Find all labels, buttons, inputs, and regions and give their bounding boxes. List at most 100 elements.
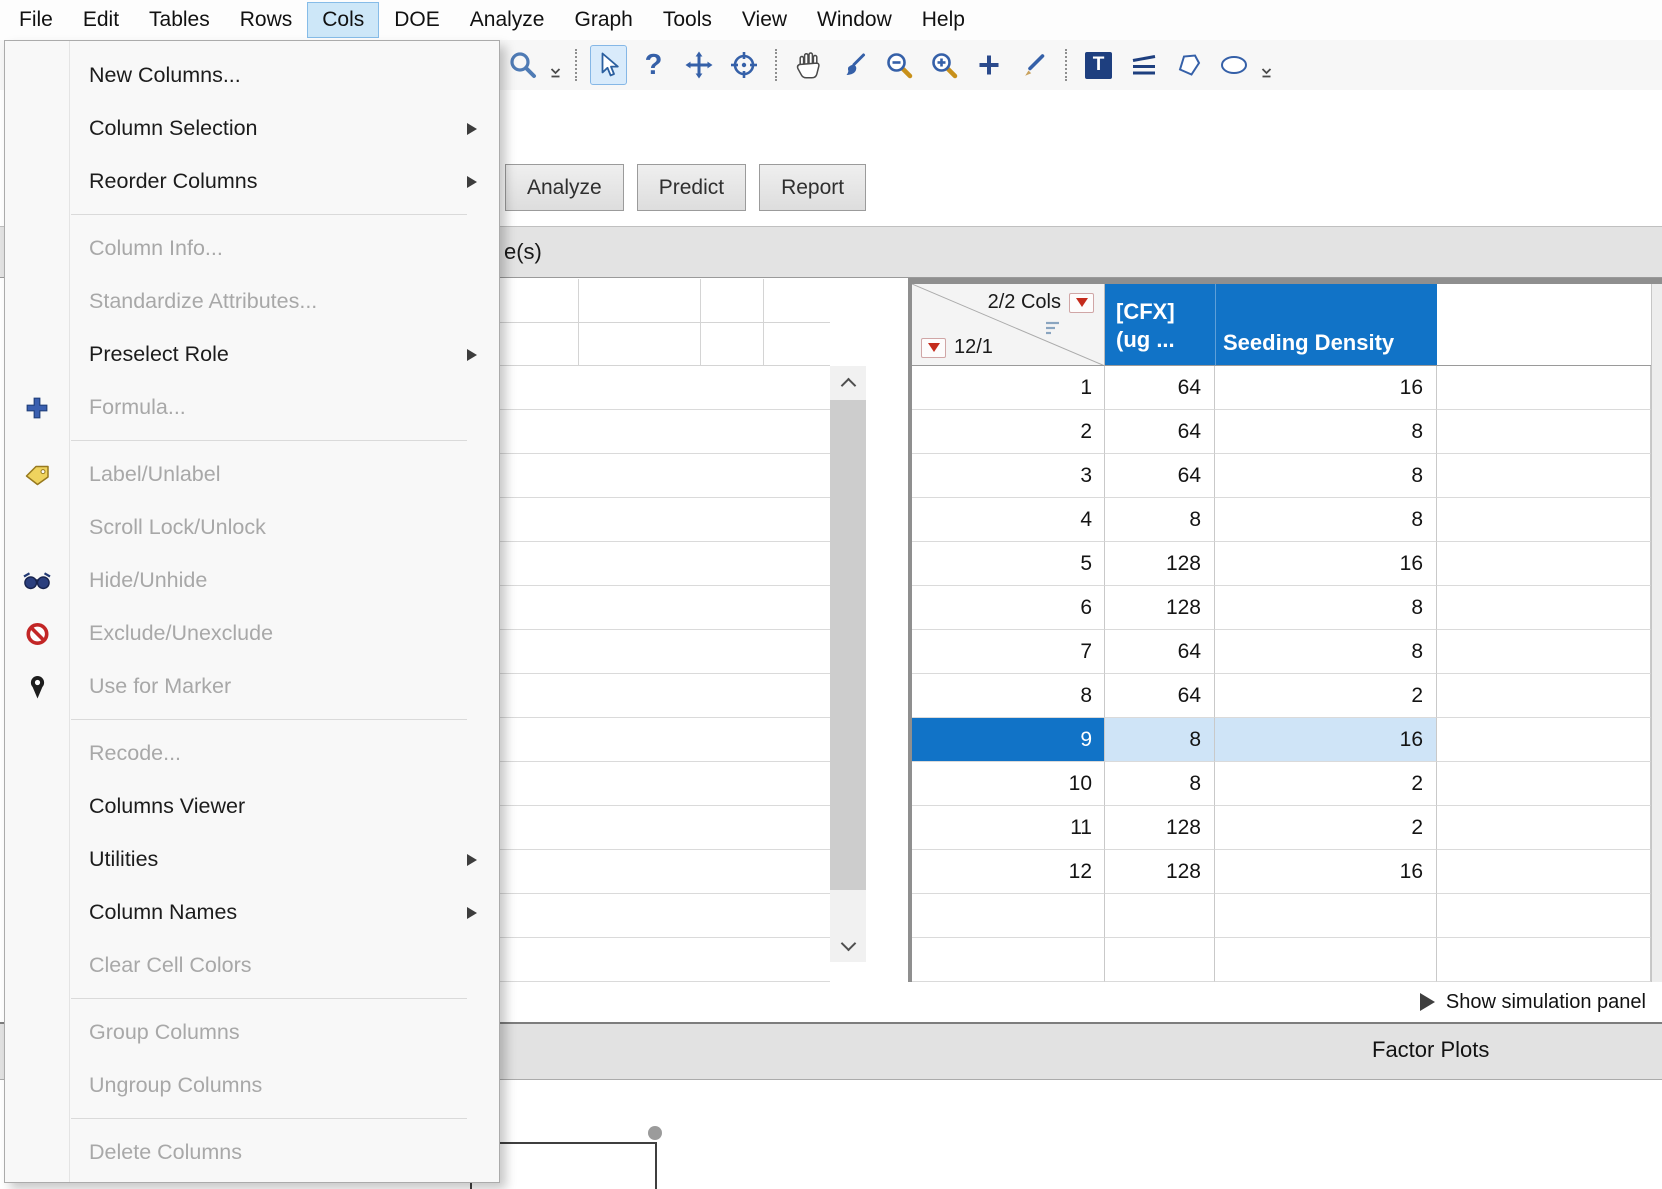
cfx-cell[interactable]: 64 bbox=[1105, 454, 1215, 498]
table-row-8[interactable]: 8 64 2 bbox=[912, 674, 1651, 718]
column-header-cfx[interactable]: [CFX] (ug ... bbox=[1105, 284, 1215, 366]
empty-cell[interactable] bbox=[1437, 366, 1651, 410]
tab-predict[interactable]: Predict bbox=[636, 164, 747, 211]
seeding-density-cell[interactable]: 2 bbox=[1215, 762, 1437, 806]
table-row-6[interactable]: 6 128 8 bbox=[912, 586, 1651, 630]
row-number-cell[interactable]: 2 bbox=[912, 410, 1105, 454]
cfx-cell[interactable]: 64 bbox=[1105, 630, 1215, 674]
row-number-cell[interactable]: 6 bbox=[912, 586, 1105, 630]
seeding-density-cell[interactable]: 16 bbox=[1215, 718, 1437, 762]
menu-item-preselect-role[interactable]: Preselect Role bbox=[5, 328, 499, 381]
vertical-scrollbar[interactable] bbox=[830, 366, 866, 962]
column-header-seeding-density[interactable]: Seeding Density bbox=[1215, 284, 1437, 366]
toolbar-overflow-icon[interactable] bbox=[549, 64, 562, 84]
table-row-2[interactable]: 2 64 8 bbox=[912, 410, 1651, 454]
menu-item-new-columns[interactable]: New Columns... bbox=[5, 49, 499, 102]
brush-tool-icon[interactable] bbox=[835, 45, 872, 85]
row-number-cell[interactable] bbox=[912, 938, 1105, 982]
cfx-cell[interactable]: 64 bbox=[1105, 410, 1215, 454]
seeding-density-cell[interactable]: 8 bbox=[1215, 410, 1437, 454]
row-number-cell[interactable] bbox=[912, 894, 1105, 938]
annotate-oval-tool-icon[interactable] bbox=[1215, 45, 1252, 85]
seeding-density-cell[interactable]: 2 bbox=[1215, 674, 1437, 718]
empty-cell[interactable] bbox=[1437, 850, 1651, 894]
help-tool-icon[interactable]: ? bbox=[635, 45, 672, 85]
row-number-cell[interactable]: 11 bbox=[912, 806, 1105, 850]
empty-cell[interactable] bbox=[1437, 894, 1651, 938]
table-row-7[interactable]: 7 64 8 bbox=[912, 630, 1651, 674]
row-number-cell[interactable]: 3 bbox=[912, 454, 1105, 498]
seeding-density-cell[interactable]: 16 bbox=[1215, 850, 1437, 894]
annotate-polygon-tool-icon[interactable] bbox=[1170, 45, 1207, 85]
row-number-cell[interactable]: 9 bbox=[912, 718, 1105, 762]
grabber-hand-tool-icon[interactable] bbox=[790, 45, 827, 85]
cfx-cell[interactable] bbox=[1105, 894, 1215, 938]
scroll-up-button[interactable] bbox=[830, 366, 866, 400]
empty-cell[interactable] bbox=[1437, 410, 1651, 454]
menu-item-utilities[interactable]: Utilities bbox=[5, 833, 499, 886]
menubar-item-file[interactable]: File bbox=[4, 2, 68, 38]
seeding-density-cell[interactable] bbox=[1215, 894, 1437, 938]
empty-cell[interactable] bbox=[1437, 806, 1651, 850]
table-row-empty[interactable] bbox=[912, 938, 1651, 982]
menubar-item-rows[interactable]: Rows bbox=[225, 2, 308, 38]
empty-cell[interactable] bbox=[1437, 674, 1651, 718]
menubar-item-cols[interactable]: Cols bbox=[307, 2, 380, 38]
add-tool-icon[interactable] bbox=[970, 45, 1007, 85]
seeding-density-cell[interactable]: 8 bbox=[1215, 454, 1437, 498]
menubar-item-edit[interactable]: Edit bbox=[68, 2, 134, 38]
scrollbar-thumb[interactable] bbox=[830, 400, 866, 890]
menubar-item-tables[interactable]: Tables bbox=[134, 2, 225, 38]
menubar-item-window[interactable]: Window bbox=[802, 2, 907, 38]
empty-cell[interactable] bbox=[1437, 542, 1651, 586]
zoom-out-tool-icon[interactable] bbox=[880, 45, 917, 85]
cfx-cell[interactable]: 64 bbox=[1105, 366, 1215, 410]
table-row-4[interactable]: 488 bbox=[912, 498, 1651, 542]
table-row-12[interactable]: 12 128 16 bbox=[912, 850, 1651, 894]
tab-report[interactable]: Report bbox=[759, 164, 867, 211]
seeding-density-cell[interactable]: 8 bbox=[1215, 630, 1437, 674]
seeding-density-cell[interactable]: 8 bbox=[1215, 586, 1437, 630]
cfx-cell[interactable]: 128 bbox=[1105, 850, 1215, 894]
seeding-density-cell[interactable]: 16 bbox=[1215, 366, 1437, 410]
cfx-cell[interactable]: 128 bbox=[1105, 542, 1215, 586]
right-edge-scroll-strip[interactable] bbox=[1651, 284, 1662, 982]
empty-cell[interactable] bbox=[1437, 498, 1651, 542]
crosshair-tool-icon[interactable] bbox=[725, 45, 762, 85]
tab-analyze[interactable]: Analyze bbox=[505, 164, 624, 211]
columns-red-triangle-menu[interactable] bbox=[1069, 292, 1094, 313]
empty-cell[interactable] bbox=[1437, 454, 1651, 498]
empty-cell[interactable] bbox=[1437, 938, 1651, 982]
menu-item-column-selection[interactable]: Column Selection bbox=[5, 102, 499, 155]
arrow-cursor-tool-icon[interactable] bbox=[590, 45, 627, 85]
table-row-3[interactable]: 3 64 8 bbox=[912, 454, 1651, 498]
row-number-cell[interactable]: 1 bbox=[912, 366, 1105, 410]
annotate-lines-tool-icon[interactable] bbox=[1125, 45, 1162, 85]
row-number-cell[interactable]: 4 bbox=[912, 498, 1105, 542]
table-row-1[interactable]: 1 64 16 bbox=[912, 366, 1651, 410]
menu-item-reorder-columns[interactable]: Reorder Columns bbox=[5, 155, 499, 208]
table-row-5[interactable]: 5 128 16 bbox=[912, 542, 1651, 586]
seeding-density-cell[interactable]: 2 bbox=[1215, 806, 1437, 850]
rows-red-triangle-menu[interactable] bbox=[921, 337, 946, 358]
table-row-empty[interactable] bbox=[912, 894, 1651, 938]
row-number-cell[interactable]: 10 bbox=[912, 762, 1105, 806]
menubar-item-graph[interactable]: Graph bbox=[560, 2, 648, 38]
empty-cell[interactable] bbox=[1437, 762, 1651, 806]
cfx-cell[interactable]: 128 bbox=[1105, 586, 1215, 630]
toolbar-overflow-icon[interactable] bbox=[1260, 64, 1273, 84]
seeding-density-cell[interactable]: 8 bbox=[1215, 498, 1437, 542]
row-number-cell[interactable]: 8 bbox=[912, 674, 1105, 718]
cfx-cell[interactable]: 8 bbox=[1105, 762, 1215, 806]
menubar-item-help[interactable]: Help bbox=[907, 2, 980, 38]
menu-item-columns-viewer[interactable]: Columns Viewer bbox=[5, 780, 499, 833]
show-simulation-panel-toggle[interactable]: Show simulation panel bbox=[912, 982, 1662, 1022]
table-row-11[interactable]: 11 128 2 bbox=[912, 806, 1651, 850]
table-row-10[interactable]: 10 8 2 bbox=[912, 762, 1651, 806]
row-number-cell[interactable]: 7 bbox=[912, 630, 1105, 674]
selection-move-tool-icon[interactable] bbox=[680, 45, 717, 85]
menu-item-column-names[interactable]: Column Names bbox=[5, 886, 499, 939]
pen-tool-icon[interactable] bbox=[1015, 45, 1052, 85]
row-number-cell[interactable]: 12 bbox=[912, 850, 1105, 894]
menubar-item-doe[interactable]: DOE bbox=[379, 2, 455, 38]
